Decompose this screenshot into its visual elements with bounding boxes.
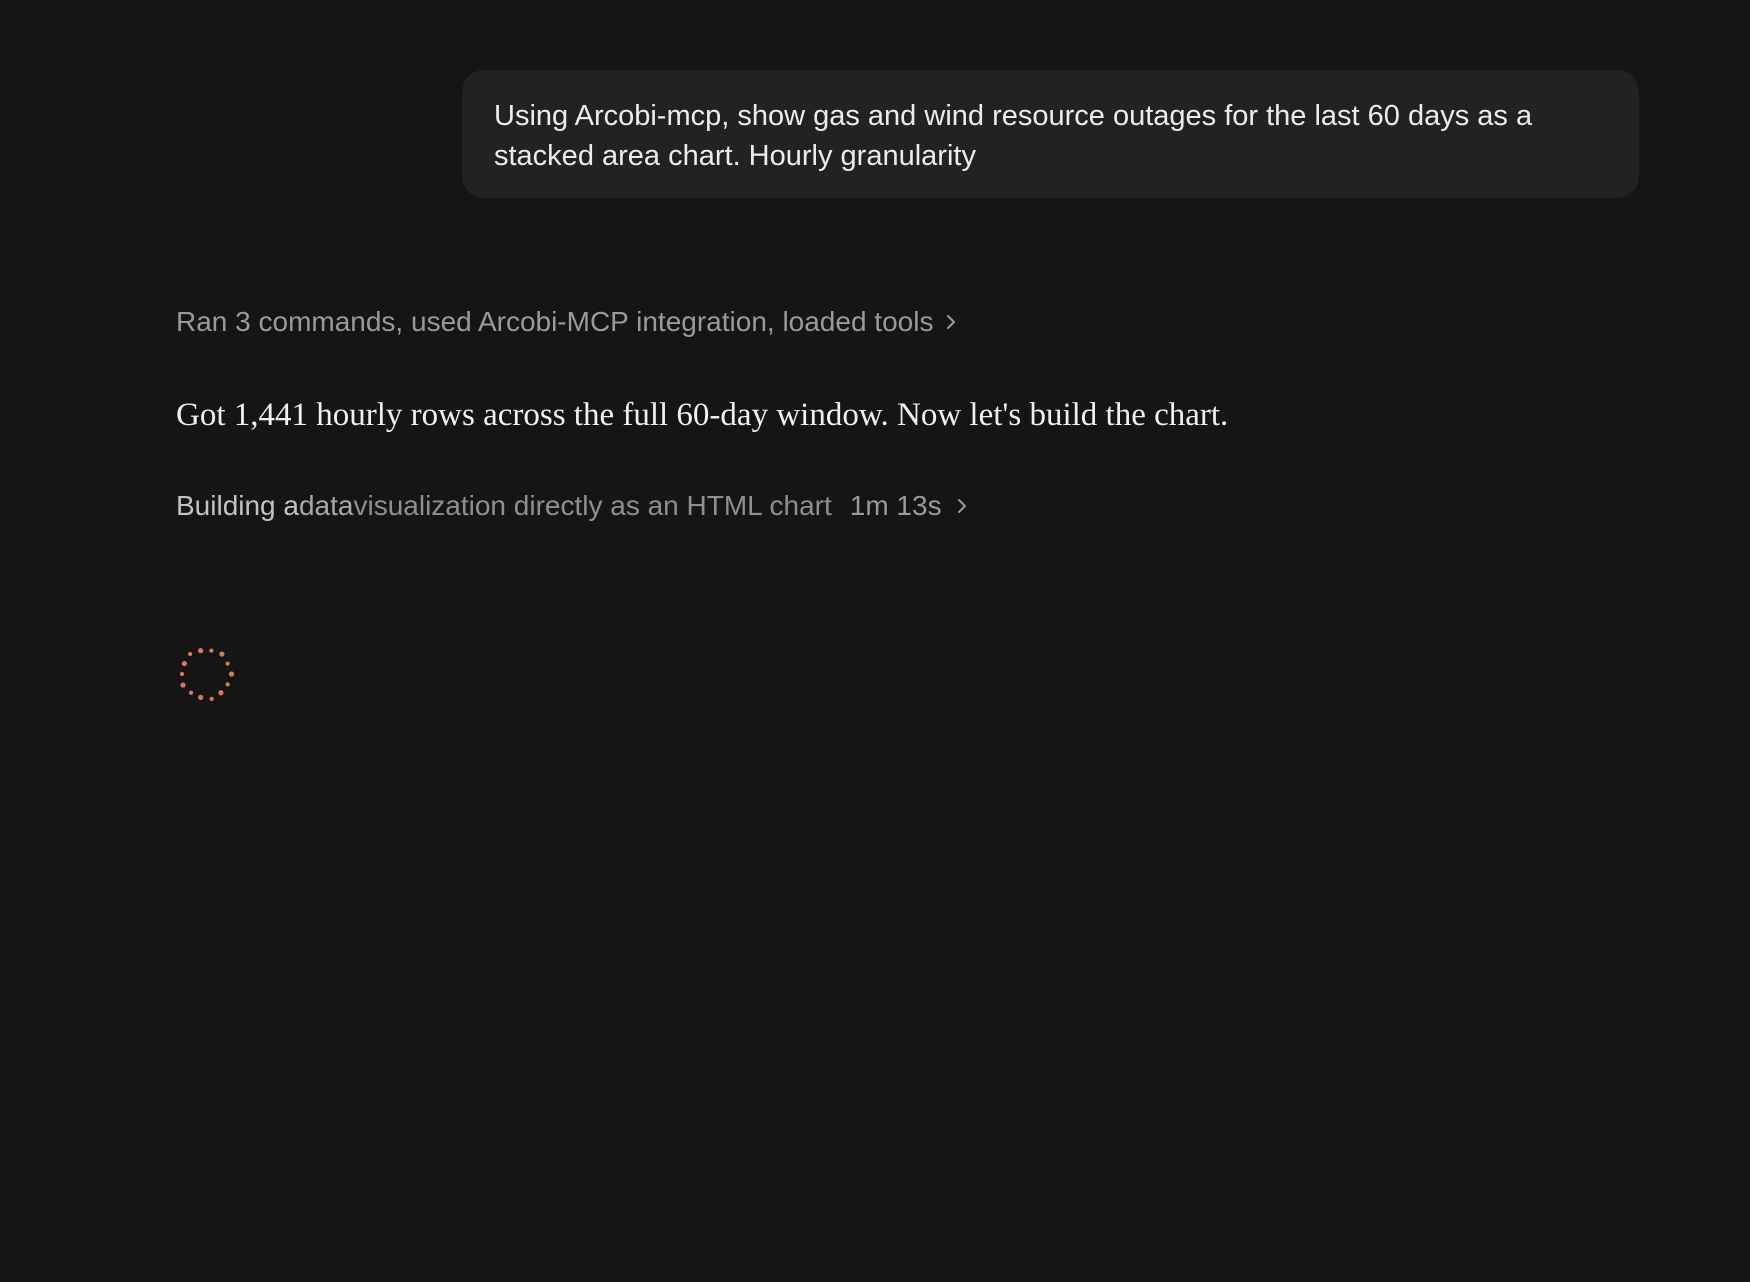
building-status-label-part3: visualization directly as an HTML chart <box>353 490 832 521</box>
spinner-dot <box>219 651 225 657</box>
spinner-dot <box>225 682 230 687</box>
steps-summary-label: Ran 3 commands, used Arcobi-MCP integrat… <box>176 306 934 337</box>
spinner-dot <box>180 682 186 688</box>
spinner-dot <box>228 671 235 677</box>
user-message-text: Using Arcobi-mcp, show gas and wind reso… <box>494 100 1533 172</box>
chevron-right-icon <box>945 313 963 331</box>
spinner-dot <box>198 694 204 700</box>
building-status-elapsed: 1m 13s <box>849 490 942 521</box>
chevron-right-icon <box>956 497 974 515</box>
spinner-dot <box>225 661 230 666</box>
spinner-dot <box>209 648 214 653</box>
steps-summary-toggle[interactable]: Ran 3 commands, used Arcobi-MCP integrat… <box>176 302 963 342</box>
spinner-dot <box>209 696 214 701</box>
spinner-dot <box>179 671 185 677</box>
user-message-bubble: Using Arcobi-mcp, show gas and wind reso… <box>462 70 1639 198</box>
spinner-dot <box>188 690 194 695</box>
building-status-label-part1: Building a <box>176 490 299 521</box>
building-status-label-part2: data <box>298 490 354 521</box>
spinner-dot <box>218 690 224 696</box>
assistant-message: Got 1,441 hourly rows across the full 60… <box>176 397 1229 433</box>
spinner-dot <box>181 660 187 667</box>
loading-spinner-icon <box>176 644 236 704</box>
spinner-dot <box>198 648 204 654</box>
spinner-dot <box>188 651 193 657</box>
building-status-toggle[interactable]: Building a data visualization directly a… <box>176 486 974 526</box>
